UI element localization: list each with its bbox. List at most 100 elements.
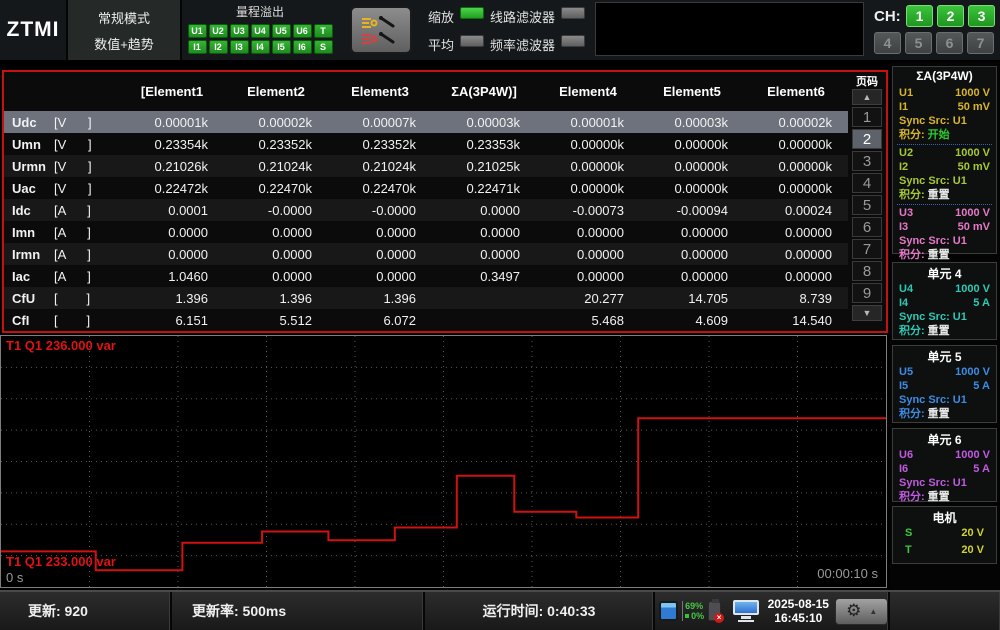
cell-cfi-5: 4.609 [640, 313, 744, 328]
cell-uac-3: 0.22471k [432, 181, 536, 196]
cursor-value-top: T1 Q1 236.000 var [6, 338, 116, 353]
sidebar-block-title: 单元 5 [897, 348, 992, 364]
cell-udc-0: 0.00001k [120, 115, 224, 130]
cell-umn-2: 0.23352k [328, 137, 432, 152]
channel-button-7[interactable]: 7 [967, 32, 994, 54]
page-button-3[interactable]: 3 [852, 151, 882, 171]
range-label: I3 [899, 220, 908, 234]
average-toggle-led[interactable] [460, 35, 484, 47]
table-row-cfi[interactable]: CfI[ ]6.1515.5126.0725.4684.60914.540 [4, 309, 848, 331]
row-unit: [ ] [54, 313, 120, 328]
range-value: 5 A [973, 379, 990, 393]
range-line: U1 1000 V [897, 86, 992, 100]
sidebar-block-0: ΣA(3P4W)U11000 VI150 mVSync Src: U1积分:开始… [892, 66, 997, 254]
page-button-8[interactable]: 8 [852, 261, 882, 281]
settings-button[interactable]: ⚙ ▲ [835, 598, 888, 625]
column-header-2: Element3 [328, 84, 432, 99]
table-row-idc[interactable]: Idc[A ]0.0001-0.0000-0.00000.0000-0.0007… [4, 199, 848, 221]
motor-line: S20 V [897, 525, 992, 542]
range-label: U1 [899, 86, 913, 100]
usb-error-badge: × [714, 613, 724, 623]
cell-urmn-6: 0.00000k [744, 159, 848, 174]
cell-iac-3: 0.3497 [432, 269, 536, 284]
column-header-6: Element6 [744, 84, 848, 99]
page-button-5[interactable]: 5 [852, 195, 882, 215]
blank-display-area [595, 2, 864, 56]
element-group: U41000 VI45 ASync Src: U1积分:重置 [897, 281, 992, 338]
channel-panel: CH: 123 4567 [872, 0, 1000, 60]
overflow-current-row: I1I2I3I4I5I6S [188, 40, 333, 54]
channel-button-4[interactable]: 4 [874, 32, 901, 54]
page-button-2[interactable]: 2 [852, 129, 882, 149]
page-button-7[interactable]: 7 [852, 239, 882, 259]
wiring-icon [359, 12, 403, 48]
page-button-6[interactable]: 6 [852, 217, 882, 237]
range-line: U31000 V [897, 206, 992, 220]
range-line: I250 mV [897, 160, 992, 174]
motor-value: 20 V [961, 542, 984, 559]
table-row-urmn[interactable]: Urmn[V ]0.21026k0.21024k0.21024k0.21025k… [4, 155, 848, 177]
sync-source: Sync Src: U1 [897, 393, 992, 407]
page-button-4[interactable]: 4 [852, 173, 882, 193]
table-row-uac[interactable]: Uac[V ]0.22472k0.22470k0.22470k0.22471k0… [4, 177, 848, 199]
zoom-toggle-led[interactable] [460, 7, 484, 19]
table-row-cfu[interactable]: CfU[ ]1.3961.3961.39620.27714.7058.739 [4, 287, 848, 309]
wiring-settings-button[interactable] [350, 6, 412, 54]
range-overflow-panel: 量程溢出 U1U2U3U4U5U6T I1I2I3I4I5I6S [182, 0, 338, 60]
cursor-value-bottom: T1 Q1 233.000 var [6, 554, 116, 569]
element-group: U31000 VI350 mVSync Src: U1积分:重置 [897, 204, 992, 262]
overflow-badge-u5: U5 [272, 24, 291, 38]
cell-idc-2: -0.0000 [328, 203, 432, 218]
time-axis-start: 0 s [6, 570, 23, 585]
cell-cfu-4: 20.277 [536, 291, 640, 306]
range-line: U21000 V [897, 146, 992, 160]
table-row-umn[interactable]: Umn[V ]0.23354k0.23352k0.23352k0.23353k0… [4, 133, 848, 155]
range-label: U2 [899, 146, 913, 160]
row-unit: [A ] [54, 247, 120, 262]
range-line: U41000 V [897, 282, 992, 296]
line-filter-label: 线路滤波器 [490, 7, 555, 26]
trend-plot [1, 336, 886, 587]
table-row-iac[interactable]: Iac[A ]1.04600.00000.00000.34970.000000.… [4, 265, 848, 287]
row-name: Uac [4, 181, 54, 196]
row-name: Iac [4, 269, 54, 284]
cell-umn-0: 0.23354k [120, 137, 224, 152]
column-header-4: Element4 [536, 84, 640, 99]
cell-uac-4: 0.00000k [536, 181, 640, 196]
page-button-9[interactable]: 9 [852, 283, 882, 303]
line-filter-led[interactable] [561, 7, 585, 19]
table-row-irmn[interactable]: Irmn[A ]0.00000.00000.00000.00000.000000… [4, 243, 848, 265]
range-value: 1000 V [955, 86, 990, 100]
page-down-button[interactable]: ▼ [852, 305, 882, 321]
table-row-udc[interactable]: Udc[V ]0.00001k0.00002k0.00007k0.00003k0… [4, 111, 848, 133]
sidebar-block-title: 电机 [897, 509, 992, 525]
row-unit: [A ] [54, 269, 120, 284]
integration-label: 积分: [899, 248, 925, 262]
date-text: 2025-08-15 [768, 597, 829, 611]
integration-value: 开始 [928, 128, 950, 142]
cell-cfi-0: 6.151 [120, 313, 224, 328]
channel-button-1[interactable]: 1 [906, 5, 933, 27]
cell-imn-2: 0.0000 [328, 225, 432, 240]
page-button-1[interactable]: 1 [852, 107, 882, 127]
table-row-imn[interactable]: Imn[A ]0.00000.00000.00000.00000.000000.… [4, 221, 848, 243]
cell-uac-5: 0.00000k [640, 181, 744, 196]
element-group: U21000 VI250 mVSync Src: U1积分:重置 [897, 144, 992, 202]
row-unit: [V ] [54, 115, 120, 130]
column-header-3: ΣA(3P4W)] [432, 84, 536, 99]
channel-button-2[interactable]: 2 [937, 5, 964, 27]
row-name: Udc [4, 115, 54, 130]
usb-icon: × [708, 601, 721, 621]
page-up-button[interactable]: ▲ [852, 89, 882, 105]
channel-button-5[interactable]: 5 [905, 32, 932, 54]
channel-button-3[interactable]: 3 [968, 5, 995, 27]
freq-filter-led[interactable] [561, 35, 585, 47]
cell-idc-6: 0.00024 [744, 203, 848, 218]
cell-cfu-1: 1.396 [224, 291, 328, 306]
channel-button-6[interactable]: 6 [936, 32, 963, 54]
integration-status: 积分:重置 [897, 407, 992, 421]
cell-iac-0: 1.0460 [120, 269, 224, 284]
cell-urmn-5: 0.00000k [640, 159, 744, 174]
integration-status: 积分:重置 [897, 490, 992, 504]
mode-button[interactable]: 常规模式 数值+趋势 [66, 0, 182, 60]
